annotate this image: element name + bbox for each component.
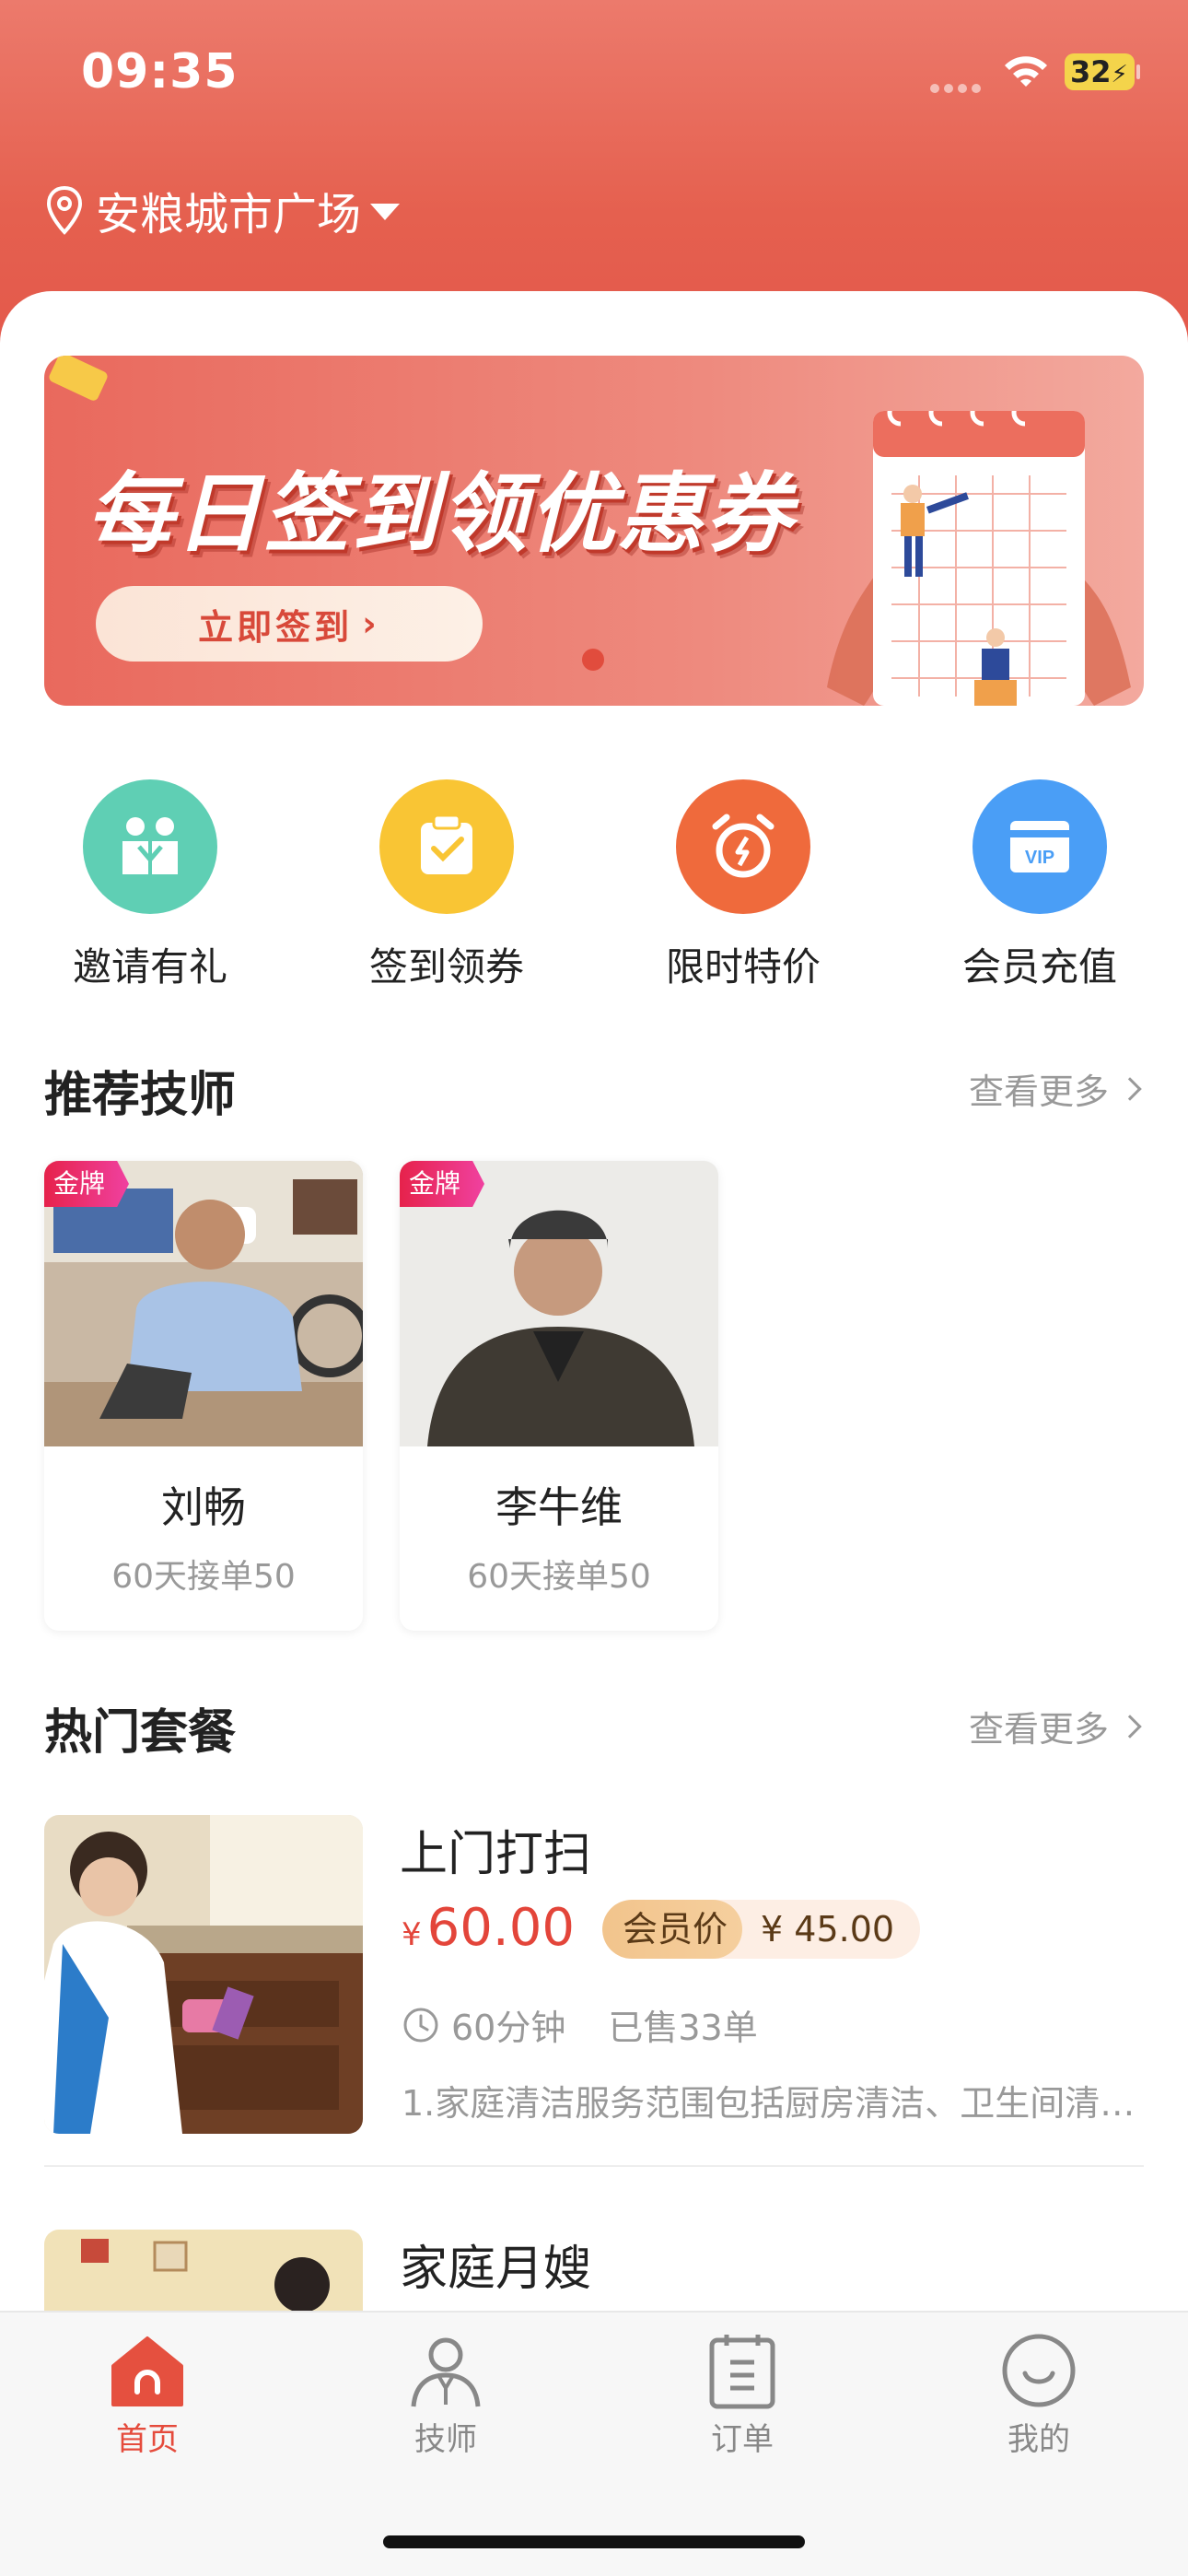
battery-nub: [1136, 64, 1140, 79]
technician-name: 刘畅: [161, 1482, 246, 1532]
technician-stat: 60天接单50: [111, 1558, 296, 1596]
technician-stat: 60天接单50: [467, 1558, 651, 1596]
signal-dots-icon: [930, 79, 985, 93]
status-time: 09:35: [81, 44, 239, 100]
chevron-right-icon: [1118, 1076, 1142, 1101]
alarm-clock-icon: [676, 779, 810, 914]
home-icon: [111, 2336, 183, 2406]
recommended-section-title: 推荐技师: [44, 1068, 237, 1123]
location-name: 安粮城市广场: [96, 189, 362, 240]
profile-icon: [1002, 2334, 1076, 2407]
quick-actions: 邀请有礼 签到领券 限时特价 VIP 会员充值: [0, 779, 1188, 991]
gold-badge: 金牌: [400, 1161, 485, 1207]
member-price-pill: 会员价 ¥ 45.00: [602, 1900, 921, 1959]
tab-label: 订单: [711, 2421, 774, 2458]
package-item[interactable]: 上门打扫 ¥ 60.00 会员价 ¥ 45.00 60分钟 已售33单 1.家庭…: [44, 1815, 1144, 2137]
packages-more-link[interactable]: 查看更多: [968, 1701, 1142, 1751]
member-price-value: ¥ 45.00: [761, 1909, 895, 1950]
tab-home[interactable]: 首页: [55, 2331, 239, 2459]
chevron-right-icon: [1118, 1714, 1142, 1739]
quick-action-label: 会员充值: [961, 944, 1117, 989]
tab-label: 技师: [414, 2421, 477, 2458]
package-item[interactable]: 家庭月嫂: [44, 2230, 1144, 2313]
invite-icon: [83, 779, 217, 914]
chevron-right-icon: ›: [362, 603, 380, 644]
svg-text:VIP: VIP: [1025, 848, 1054, 868]
clock-icon: [403, 2008, 438, 2042]
carousel-indicator: [582, 649, 604, 671]
battery-level: 32: [1070, 54, 1112, 89]
price-value: 60.00: [426, 1898, 575, 1958]
divider: [44, 2165, 1144, 2167]
quick-action-flash-sale[interactable]: 限时特价: [637, 779, 849, 991]
currency-symbol: ¥: [402, 1916, 422, 1953]
recommended-more-link[interactable]: 查看更多: [968, 1063, 1142, 1114]
package-sold: 已售33单: [608, 2008, 758, 2048]
banner-title: 每日签到领优惠券: [87, 464, 795, 565]
tab-orders[interactable]: 订单: [650, 2331, 834, 2459]
technician-card[interactable]: 金牌 李牛维 60天接单50: [400, 1161, 718, 1631]
package-title: 家庭月嫂: [400, 2242, 592, 2297]
checkin-now-label: 立即签到: [198, 606, 354, 648]
quick-action-label: 邀请有礼: [72, 944, 227, 989]
technician-card[interactable]: 金牌 刘畅 60天接单50: [44, 1161, 363, 1631]
location-pin-icon: [46, 185, 83, 235]
calendar-illustration-icon: [827, 411, 1131, 706]
status-bar: 09:35 32⚡: [0, 0, 1188, 147]
package-meta: 60分钟 已售33单: [402, 1999, 758, 2050]
tab-technician[interactable]: 技师: [354, 2331, 538, 2459]
more-label: 查看更多: [968, 1709, 1109, 1750]
vip-card-icon: VIP: [973, 779, 1107, 914]
coin-decoration-icon: [49, 356, 108, 401]
package-duration: 60分钟: [451, 2008, 566, 2048]
quick-action-label: 签到领券: [368, 944, 524, 989]
home-indicator: [383, 2535, 805, 2548]
quick-action-label: 限时特价: [665, 944, 821, 989]
technician-photo: 金牌: [400, 1161, 718, 1446]
wifi-icon: [1005, 56, 1047, 87]
quick-action-vip-recharge[interactable]: VIP 会员充值: [934, 779, 1146, 991]
member-price-label: 会员价: [602, 1900, 743, 1959]
tab-label: 我的: [1007, 2421, 1070, 2458]
quick-action-checkin[interactable]: 签到领券: [341, 779, 553, 991]
package-description: 1.家庭清洁服务范围包括厨房清洁、卫生间清洁、客厅清洁: [402, 2083, 1144, 2124]
package-title: 上门打扫: [400, 1827, 592, 1882]
location-selector[interactable]: 安粮城市广场: [44, 181, 401, 240]
caret-down-icon: [370, 204, 401, 220]
checkin-icon: [379, 779, 514, 914]
technician-name: 李牛维: [495, 1482, 623, 1532]
technician-icon: [411, 2337, 481, 2407]
order-icon: [709, 2335, 775, 2409]
tab-profile[interactable]: 我的: [947, 2331, 1131, 2459]
technician-photo: 金牌: [44, 1161, 363, 1446]
more-label: 查看更多: [968, 1071, 1109, 1112]
gold-badge: 金牌: [44, 1161, 130, 1207]
checkin-now-button[interactable]: 立即签到 ›: [96, 586, 483, 662]
battery-icon: 32⚡: [1065, 53, 1135, 90]
checkin-banner[interactable]: 每日签到领优惠券 立即签到 ›: [44, 356, 1144, 706]
package-price: ¥ 60.00: [402, 1898, 575, 1958]
package-photo: [44, 1815, 363, 2134]
quick-action-invite[interactable]: 邀请有礼: [44, 779, 256, 991]
package-photo: [44, 2230, 363, 2313]
packages-section-title: 热门套餐: [44, 1705, 237, 1761]
tab-label: 首页: [116, 2421, 179, 2458]
